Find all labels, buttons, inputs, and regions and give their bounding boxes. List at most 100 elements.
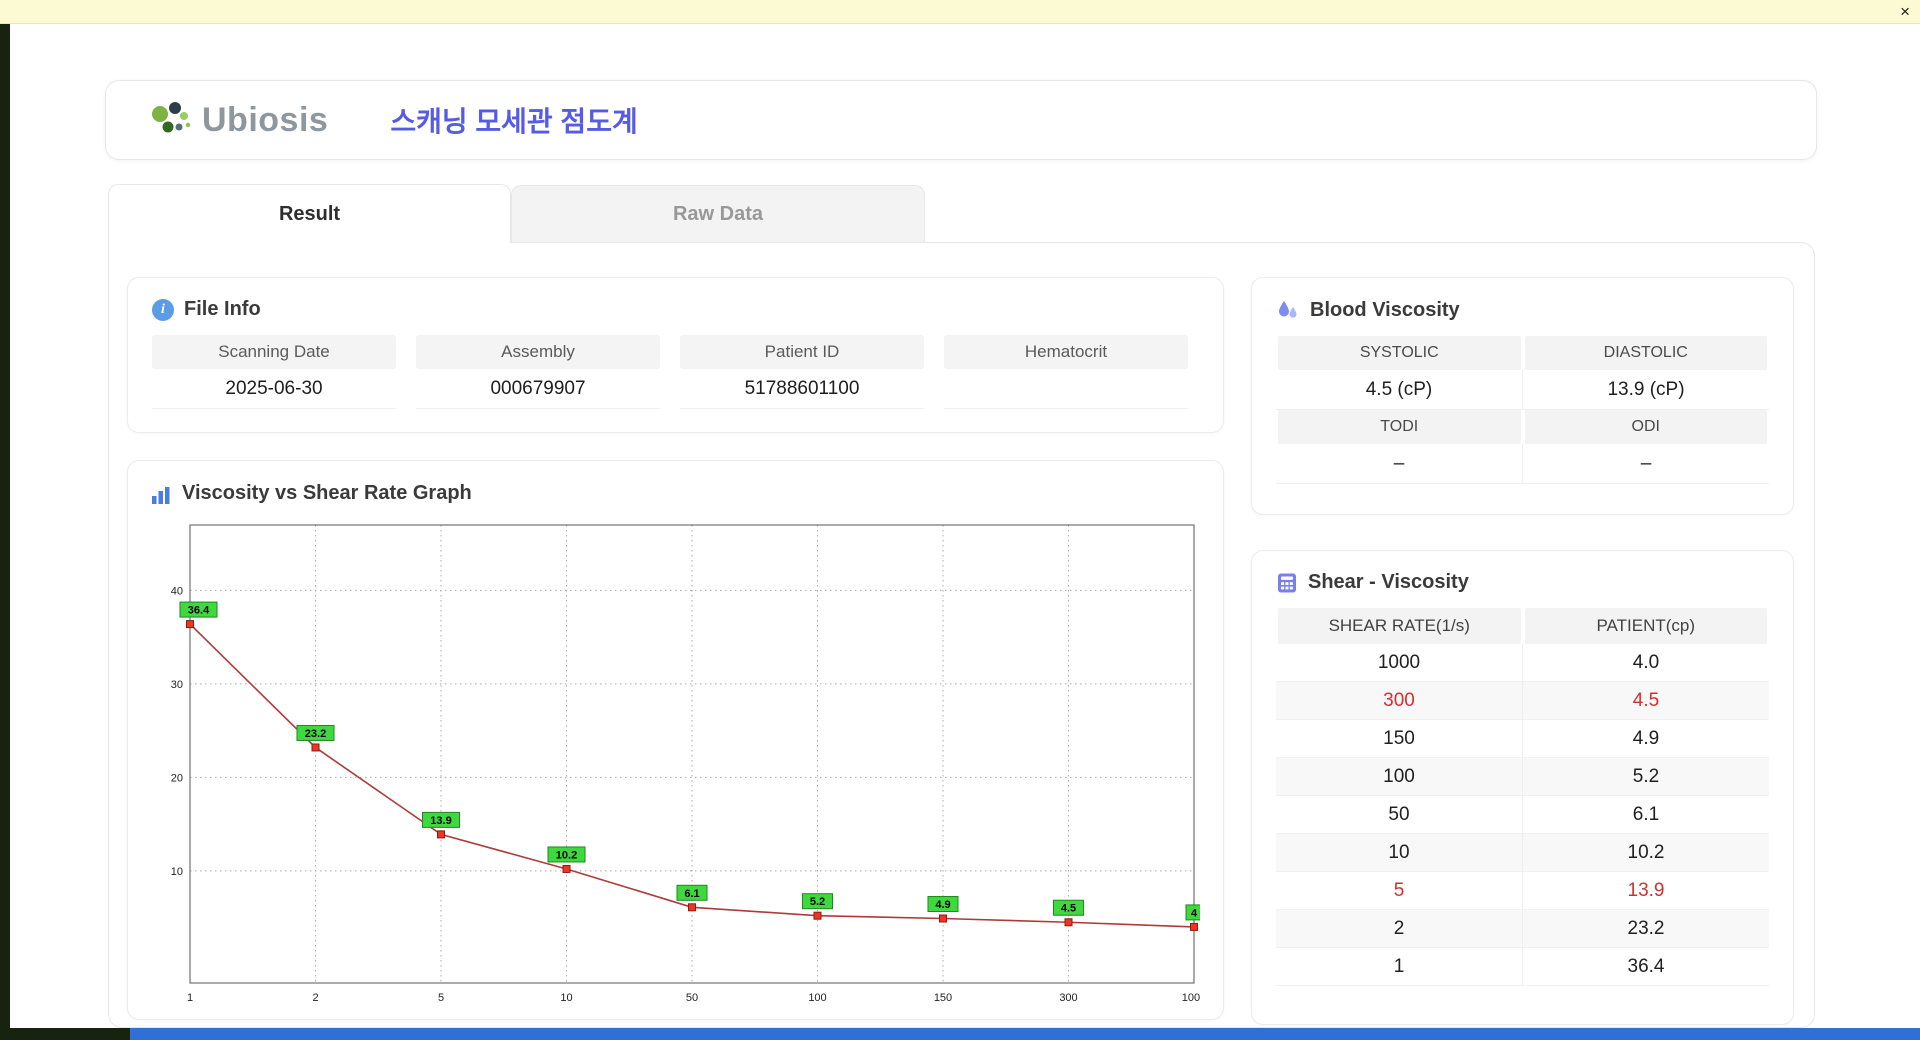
page-title: 스캐닝 모세관 점도계 (390, 106, 638, 137)
bv-header-cell: DIASTOLIC (1524, 336, 1767, 370)
bv-value-row: 4.5 (cP) 13.9 (cP) (1276, 370, 1769, 410)
svg-text:13.9: 13.9 (430, 815, 451, 827)
tab-result[interactable]: Result (108, 184, 511, 243)
shear-row: 1000 4.0 (1276, 644, 1769, 682)
file-info-title: File Info (184, 298, 261, 320)
svg-text:20: 20 (171, 772, 183, 784)
graph-title: Viscosity vs Shear Rate Graph (182, 481, 472, 504)
file-info-card: i File Info Scanning Date 2025-06-30 Assem… (127, 277, 1224, 433)
shear-cell: 5 (1276, 872, 1523, 910)
file-info-field: Scanning Date 2025-06-30 (152, 335, 396, 409)
field-label: Patient ID (680, 335, 924, 369)
svg-text:150: 150 (934, 992, 952, 1004)
tab-raw-data[interactable]: Raw Data (511, 185, 925, 243)
result-panel: i File Info Scanning Date 2025-06-30 Assem… (108, 242, 1815, 1028)
bv-value-cell: 13.9 (cP) (1523, 370, 1769, 410)
svg-text:50: 50 (686, 992, 698, 1004)
shear-cell: 1 (1276, 948, 1523, 986)
svg-text:5: 5 (438, 992, 444, 1004)
shear-row: 10 10.2 (1276, 834, 1769, 872)
field-value: 2025-06-30 (152, 369, 396, 409)
droplets-icon (1276, 298, 1300, 322)
shear-cell: 300 (1276, 682, 1523, 720)
shear-viscosity-table: SHEAR RATE(1/s) PATIENT(cp) 1000 4.0 300 4.5 1… (1276, 608, 1769, 986)
file-info-title-row: i File Info (152, 298, 1199, 321)
bv-header-row: SYSTOLIC DIASTOLIC (1276, 336, 1769, 370)
shear-viscosity-card: Shear - Viscosity SHEAR RATE(1/s) PATIENT… (1251, 550, 1794, 1025)
shear-header-cell: SHEAR RATE(1/s) (1278, 608, 1521, 644)
svg-text:40: 40 (171, 585, 183, 597)
field-label: Hematocrit (944, 335, 1188, 369)
shear-row: 150 4.9 (1276, 720, 1769, 758)
field-label: Scanning Date (152, 335, 396, 369)
shear-cell: 4.5 (1523, 682, 1769, 720)
shear-row: 300 4.5 (1276, 682, 1769, 720)
file-info-fields: Scanning Date 2025-06-30 Assembly 000679907… (152, 335, 1199, 409)
bv-header-cell: TODI (1278, 410, 1521, 444)
blood-viscosity-title-row: Blood Viscosity (1276, 298, 1769, 322)
svg-text:4.9: 4.9 (935, 899, 950, 911)
svg-text:6.1: 6.1 (684, 888, 699, 900)
svg-text:23.2: 23.2 (305, 728, 326, 740)
shear-cell: 2 (1276, 910, 1523, 948)
shear-cell: 5.2 (1523, 758, 1769, 796)
bv-value-cell: – (1276, 444, 1523, 484)
blood-viscosity-title: Blood Viscosity (1310, 298, 1460, 321)
bv-header-row: TODI ODI (1276, 410, 1769, 444)
shear-row: 50 6.1 (1276, 796, 1769, 834)
ubiosis-logo: Ubiosis (148, 99, 328, 141)
bv-value-row: – – (1276, 444, 1769, 484)
shear-row: 2 23.2 (1276, 910, 1769, 948)
shear-cell: 36.4 (1523, 948, 1769, 986)
viscosity-chart: 10 20 30 40 1 2 5 10 50 100 150 300 1000 36.4 23.2 13.9… (171, 524, 1200, 1004)
blood-viscosity-card: Blood Viscosity SYSTOLIC DIASTOLIC 4.5 (cP… (1251, 277, 1794, 515)
field-label: Assembly (416, 335, 660, 369)
file-info-field: Hematocrit (944, 335, 1188, 409)
ubiosis-logo-icon (148, 99, 194, 141)
bv-value-cell: 4.5 (cP) (1276, 370, 1523, 410)
shear-cell: 23.2 (1523, 910, 1769, 948)
blood-viscosity-body: SYSTOLIC DIASTOLIC 4.5 (cP) 13.9 (cP) TODI OD… (1276, 336, 1769, 484)
svg-text:100: 100 (808, 992, 826, 1004)
shear-header-cell: PATIENT(cp) (1524, 608, 1767, 644)
file-info-field: Patient ID 51788601100 (680, 335, 924, 409)
svg-text:10: 10 (171, 866, 183, 878)
shear-cell: 4.0 (1523, 644, 1769, 682)
shear-cell: 150 (1276, 720, 1523, 758)
shear-cell: 50 (1276, 796, 1523, 834)
bar-chart-icon (150, 479, 172, 507)
svg-text:30: 30 (171, 679, 183, 691)
shear-viscosity-title: Shear - Viscosity (1308, 571, 1469, 593)
graph-title-row: Viscosity vs Shear Rate Graph (150, 479, 1201, 507)
shear-viscosity-title-row: Shear - Viscosity (1276, 571, 1769, 594)
field-value: 51788601100 (680, 369, 924, 409)
shear-row: 100 5.2 (1276, 758, 1769, 796)
svg-text:5.2: 5.2 (810, 896, 825, 908)
desktop-taskbar-strip (130, 1028, 1920, 1040)
shear-cell: 10 (1276, 834, 1523, 872)
shear-cell: 100 (1276, 758, 1523, 796)
app-window: Ubiosis 스캐닝 모세관 점도계 Result Raw Data i Fi… (10, 24, 1920, 1028)
svg-text:1000: 1000 (1182, 992, 1200, 1004)
svg-text:2: 2 (312, 992, 318, 1004)
bv-value-cell: – (1523, 444, 1769, 484)
shear-cell: 1000 (1276, 644, 1523, 682)
shear-cell: 4.9 (1523, 720, 1769, 758)
viscosity-graph-card: Viscosity vs Shear Rate Graph 10 20 30 40 1 2… (127, 460, 1224, 1020)
svg-text:36.4: 36.4 (188, 605, 210, 617)
field-value: 000679907 (416, 369, 660, 409)
file-info-field: Assembly 000679907 (416, 335, 660, 409)
close-icon[interactable]: × (1900, 1, 1910, 23)
bv-header-cell: ODI (1524, 410, 1767, 444)
app-header: Ubiosis 스캐닝 모세관 점도계 (105, 80, 1817, 160)
svg-text:10.2: 10.2 (556, 849, 577, 861)
shear-table-header: SHEAR RATE(1/s) PATIENT(cp) (1276, 608, 1769, 644)
bv-header-cell: SYSTOLIC (1278, 336, 1521, 370)
shear-cell: 6.1 (1523, 796, 1769, 834)
svg-text:1: 1 (187, 992, 193, 1004)
logo-text: Ubiosis (202, 100, 329, 139)
shear-cell: 10.2 (1523, 834, 1769, 872)
calculator-icon (1276, 572, 1298, 594)
shear-cell: 13.9 (1523, 872, 1769, 910)
field-value (944, 369, 1188, 409)
